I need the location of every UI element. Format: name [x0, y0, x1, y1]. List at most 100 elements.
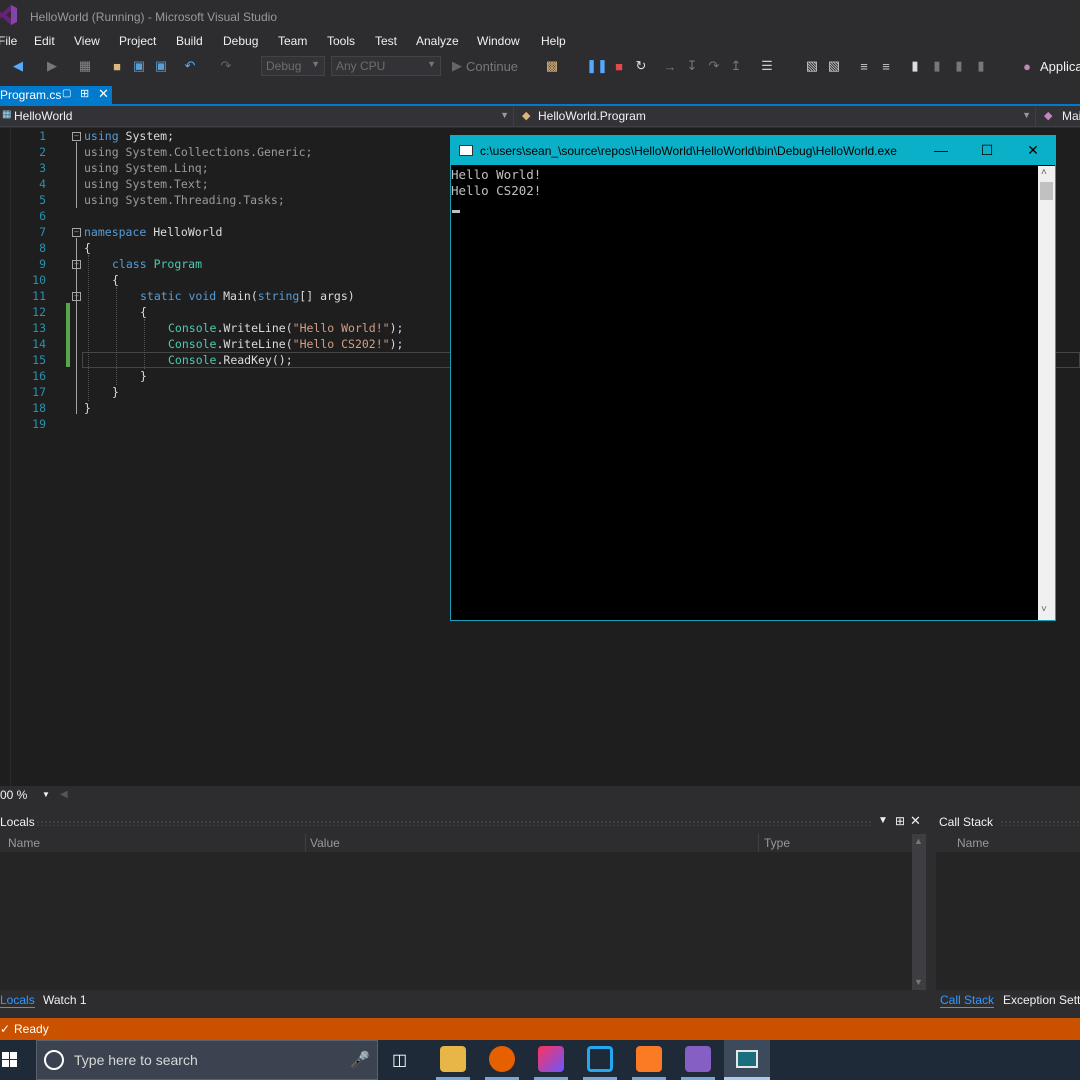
- firefox-icon[interactable]: [489, 1046, 515, 1072]
- comment-icon[interactable]: ≡: [856, 56, 872, 76]
- application-insights-button[interactable]: Applica: [1040, 56, 1080, 76]
- menu-debug[interactable]: Debug: [223, 34, 258, 48]
- pause-icon[interactable]: ❚❚: [586, 56, 608, 76]
- close-icon[interactable]: ✕: [1010, 136, 1056, 164]
- toolbar-tool-icon-2[interactable]: ▧: [826, 56, 842, 76]
- next-bookmark-icon[interactable]: ▮: [952, 56, 966, 76]
- vs-code-icon[interactable]: [587, 1046, 613, 1072]
- menu-window[interactable]: Window: [477, 34, 520, 48]
- zoom-dropdown[interactable]: 00 % ▼: [0, 788, 54, 804]
- locals-column-name[interactable]: Name: [8, 836, 40, 850]
- open-file-icon[interactable]: ■: [108, 56, 126, 76]
- console-scroll-thumb[interactable]: [1040, 182, 1053, 200]
- step-out-icon[interactable]: ↥: [728, 56, 744, 76]
- jetbrains-icon[interactable]: [538, 1046, 564, 1072]
- chevron-down-icon[interactable]: ▼: [878, 815, 888, 826]
- collapse-icon[interactable]: –: [72, 132, 81, 141]
- chevron-down-icon: ▼: [500, 110, 509, 120]
- code-line: }: [84, 401, 91, 415]
- chevron-down-icon[interactable]: ▼: [914, 977, 923, 987]
- call-stack-column-name[interactable]: Name: [957, 836, 989, 850]
- collapse-icon[interactable]: –: [72, 228, 81, 237]
- line-number: 4: [39, 177, 46, 191]
- menu-analyze[interactable]: Analyze: [416, 34, 459, 48]
- console-window[interactable]: [450, 135, 1056, 621]
- locals-column-type[interactable]: Type: [764, 836, 790, 850]
- column-divider: [758, 834, 759, 852]
- line-number: 7: [39, 225, 46, 239]
- member-dropdown[interactable]: ◆ Mai: [1040, 107, 1080, 126]
- tab-program-cs[interactable]: Program.cs ▢ ⊞ ✕: [0, 86, 112, 104]
- save-all-icon[interactable]: ▣: [152, 56, 170, 76]
- menu-help[interactable]: Help: [541, 34, 566, 48]
- undo-icon[interactable]: ↶: [180, 56, 200, 76]
- clear-bookmarks-icon[interactable]: ▮: [974, 56, 988, 76]
- uncomment-icon[interactable]: ≡: [878, 56, 894, 76]
- task-view-icon[interactable]: ◫: [392, 1050, 407, 1070]
- chevron-up-icon[interactable]: ˄: [1041, 167, 1047, 178]
- step-into-icon[interactable]: ↧: [684, 56, 700, 76]
- menu-test[interactable]: Test: [375, 34, 397, 48]
- pin-icon[interactable]: ⊞: [895, 814, 905, 828]
- continue-button[interactable]: Continue: [466, 56, 530, 76]
- attach-icon[interactable]: ▩: [543, 56, 561, 76]
- class-dropdown[interactable]: ◆ HelloWorld.Program ▼: [518, 107, 1036, 126]
- xampp-icon[interactable]: [636, 1046, 662, 1072]
- project-dropdown[interactable]: ▦ HelloWorld ▼: [0, 107, 514, 126]
- application-insights-icon[interactable]: ●: [1020, 56, 1034, 76]
- windows-start-icon[interactable]: [0, 1050, 20, 1070]
- forward-icon[interactable]: ▶: [44, 56, 60, 76]
- menu-file[interactable]: File: [0, 34, 17, 48]
- console-scrollbar[interactable]: [1038, 166, 1055, 620]
- menu-team[interactable]: Team: [278, 34, 307, 48]
- console-output-line: Hello World!: [451, 167, 542, 182]
- code-line: using System.Collections.Generic;: [84, 145, 313, 159]
- menu-edit[interactable]: Edit: [34, 34, 55, 48]
- chevron-down-icon[interactable]: ˅: [1041, 604, 1047, 615]
- back-icon[interactable]: ◀: [8, 56, 28, 76]
- tab-watch-1[interactable]: Watch 1: [43, 993, 87, 1007]
- microphone-icon[interactable]: 🎤: [350, 1050, 370, 1070]
- prev-bookmark-icon[interactable]: ▮: [930, 56, 944, 76]
- indent-guide: [144, 319, 145, 369]
- configuration-dropdown[interactable]: Debug ▼: [261, 56, 325, 76]
- show-next-statement-icon[interactable]: →: [662, 56, 678, 76]
- restart-icon[interactable]: ↻: [632, 56, 650, 76]
- method-icon: ◆: [1044, 110, 1053, 122]
- call-stack-grid[interactable]: [936, 852, 1080, 990]
- close-icon[interactable]: ✕: [98, 86, 109, 102]
- tab-exception-settings[interactable]: Exception Setti: [1003, 993, 1080, 1007]
- chevron-up-icon[interactable]: ▲: [914, 836, 923, 846]
- tab-call-stack[interactable]: Call Stack: [940, 993, 995, 1008]
- hex-display-icon[interactable]: ☰: [758, 56, 776, 76]
- file-explorer-icon[interactable]: [440, 1046, 466, 1072]
- save-icon[interactable]: ▣: [130, 56, 148, 76]
- locals-column-value[interactable]: Value: [310, 836, 340, 850]
- platform-dropdown[interactable]: Any CPU ▼: [331, 56, 441, 76]
- redo-icon[interactable]: ↷: [216, 56, 236, 76]
- continue-icon[interactable]: ▶: [450, 56, 464, 76]
- menu-tools[interactable]: Tools: [327, 34, 355, 48]
- console-taskbar-button[interactable]: [724, 1040, 770, 1080]
- visual-studio-logo-icon: [0, 5, 17, 25]
- line-number: 8: [39, 241, 46, 255]
- menu-view[interactable]: View: [74, 34, 100, 48]
- maximize-icon[interactable]: ☐: [964, 136, 1010, 164]
- locals-grid[interactable]: [0, 852, 912, 990]
- visual-studio-icon[interactable]: [685, 1046, 711, 1072]
- scroll-left-icon[interactable]: ◀: [60, 789, 68, 800]
- new-project-icon[interactable]: ▦: [76, 56, 94, 76]
- minimize-icon[interactable]: —: [918, 136, 964, 164]
- menu-build[interactable]: Build: [176, 34, 203, 48]
- toolbar-tool-icon[interactable]: ▧: [804, 56, 820, 76]
- menu-project[interactable]: Project: [119, 34, 156, 48]
- line-number: 17: [32, 385, 46, 399]
- close-icon[interactable]: ✕: [910, 813, 921, 829]
- tab-locals[interactable]: Locals: [0, 993, 35, 1008]
- pin-icon[interactable]: ⊞: [80, 87, 89, 100]
- locals-scrollbar[interactable]: [912, 834, 926, 990]
- bookmark-icon[interactable]: ▮: [908, 56, 922, 76]
- step-over-icon[interactable]: ↷: [706, 56, 722, 76]
- stop-icon[interactable]: ■: [611, 56, 627, 76]
- unpin-icon[interactable]: ▢: [62, 88, 71, 99]
